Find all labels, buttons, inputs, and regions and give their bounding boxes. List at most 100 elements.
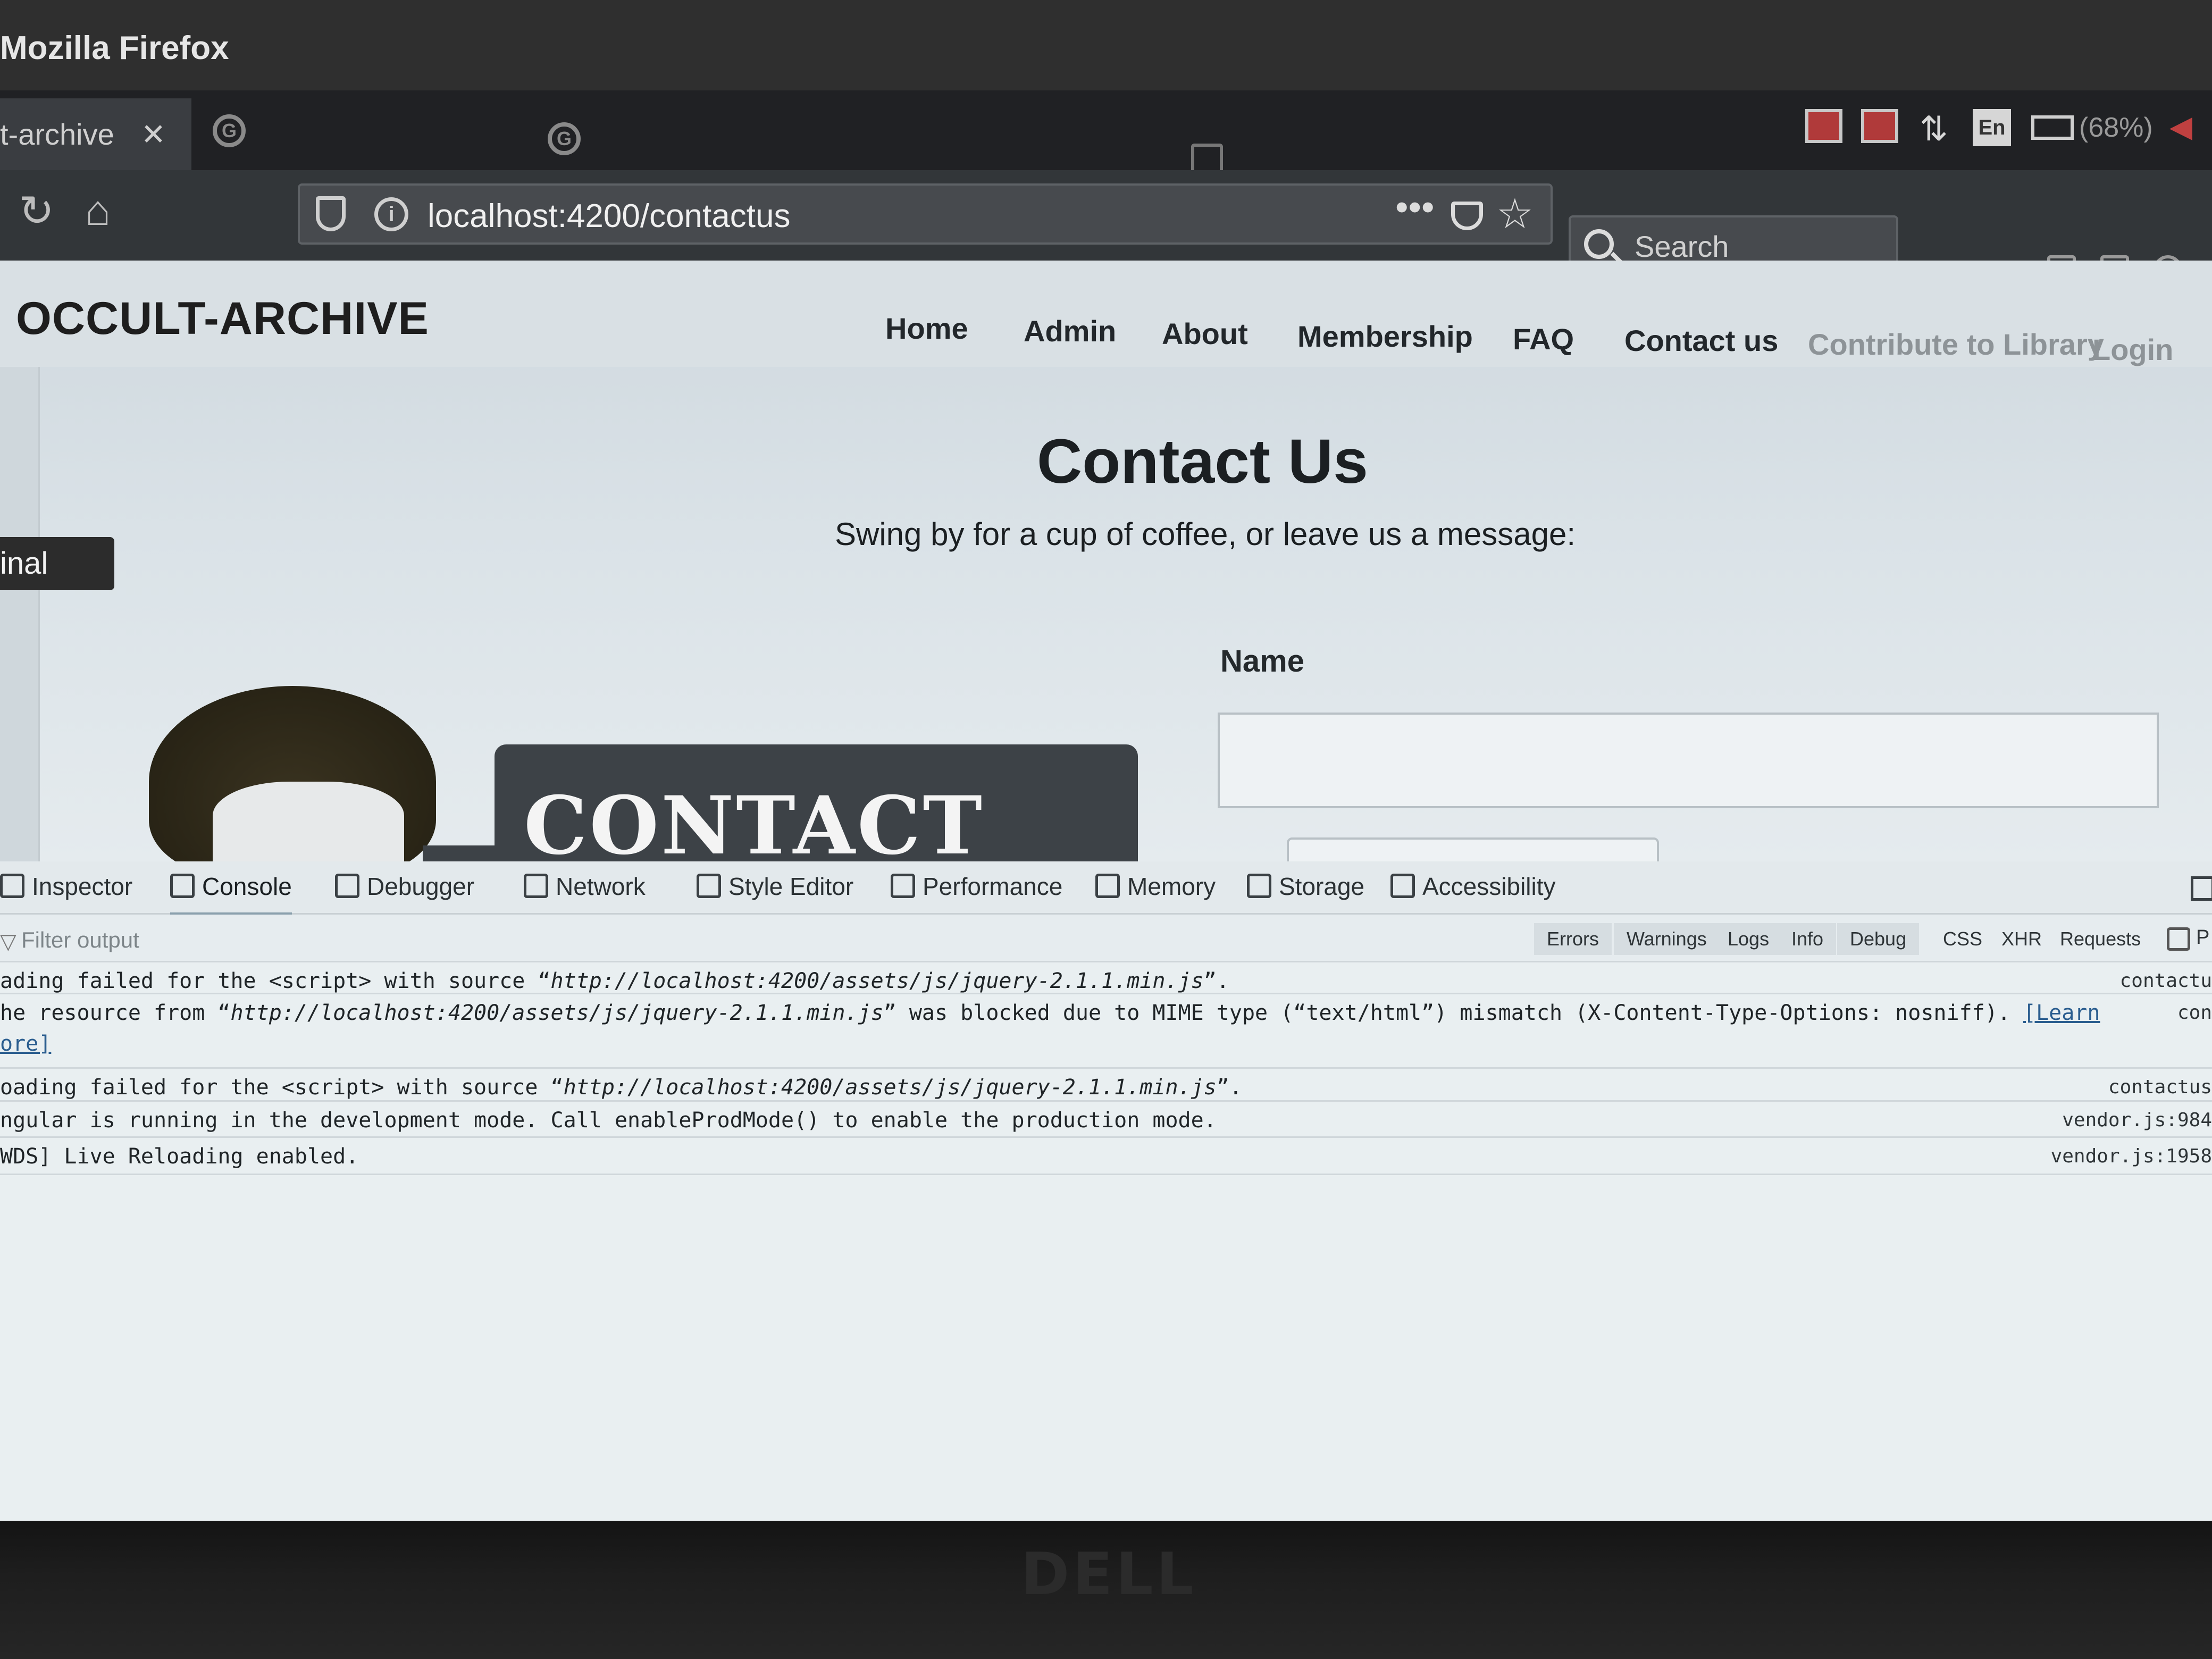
dock-toggle-icon[interactable]: [2191, 876, 2212, 901]
tab-performance[interactable]: Performance: [891, 872, 1062, 901]
tab-inspector[interactable]: Inspector: [0, 872, 132, 901]
filter-debug[interactable]: Debug: [1837, 923, 1920, 955]
tab-accessibility-label: Accessibility: [1422, 873, 1556, 900]
debugger-icon: [335, 874, 359, 898]
nav-contribute[interactable]: Contribute to Library: [1808, 327, 2104, 362]
console-message: he resource from “http://localhost:4200/…: [0, 994, 2212, 1069]
site-info-icon[interactable]: i: [374, 197, 408, 231]
tab-performance-label: Performance: [923, 873, 1063, 900]
log-text: ” was blocked due to MIME type (“text/ht…: [883, 1001, 2010, 1025]
log-source-link[interactable]: con: [2177, 1002, 2212, 1024]
url-input[interactable]: localhost:4200/contactus: [428, 197, 790, 235]
log-source-link[interactable]: contactus: [2108, 1076, 2212, 1098]
learn-more-link[interactable]: [Learn: [2023, 1001, 2100, 1025]
log-text: WDS] Live Reloading enabled.: [0, 1144, 359, 1169]
subject-field[interactable]: [1287, 837, 1659, 861]
nav-admin[interactable]: Admin: [1024, 314, 1116, 348]
log-text: ”.: [1203, 969, 1229, 993]
style-editor-icon: [697, 874, 721, 898]
tab-console-label: Console: [202, 873, 292, 900]
page-actions-more-icon[interactable]: •••: [1395, 186, 1435, 228]
tab-storage-label: Storage: [1279, 873, 1365, 900]
pocket-icon[interactable]: [1451, 202, 1483, 230]
log-text: oading failed for the <script> with sour…: [0, 1075, 564, 1100]
volume-icon[interactable]: ◀: [2169, 109, 2192, 144]
tab-debugger-label: Debugger: [367, 873, 475, 900]
tab-console[interactable]: Console: [170, 872, 292, 915]
persist-logs-checkbox[interactable]: [2167, 927, 2190, 951]
nav-home[interactable]: Home: [885, 311, 968, 346]
monitor-screen: Mozilla Firefox t-archive ✕ G G ⇅ En (68…: [0, 0, 2212, 1521]
web-page: OCCULT-ARCHIVE Home Admin About Membersh…: [0, 261, 2212, 861]
page-subtitle: Swing by for a cup of coffee, or leave u…: [835, 516, 1576, 552]
battery-icon[interactable]: [2031, 115, 2074, 140]
learn-more-link[interactable]: ore]: [0, 1032, 51, 1056]
url-bar[interactable]: i localhost:4200/contactus ••• ☆: [298, 183, 1553, 245]
contact-banner: CONTACT US!: [495, 744, 1138, 861]
log-source-link[interactable]: contactu: [2120, 970, 2212, 992]
dell-logo: DELL: [1021, 1540, 1197, 1608]
filter-logs[interactable]: Logs: [1715, 923, 1782, 955]
name-field[interactable]: [1218, 713, 2159, 808]
system-tray: ⇅ En (68%) ◀: [0, 109, 2212, 152]
filter-warnings[interactable]: Warnings: [1614, 923, 1720, 955]
tab-debugger[interactable]: Debugger: [335, 872, 474, 901]
filter-info[interactable]: Info: [1779, 923, 1837, 955]
filter-requests[interactable]: Requests: [2047, 923, 2154, 955]
tab-storage[interactable]: Storage: [1247, 872, 1364, 901]
filter-icon: ▽: [0, 930, 16, 953]
console-icon: [170, 874, 195, 898]
persist-logs-label: P: [2196, 926, 2210, 949]
tab-style-editor-label: Style Editor: [728, 873, 854, 900]
site-header: OCCULT-ARCHIVE Home Admin About Membersh…: [0, 261, 2212, 367]
os-titlebar: Mozilla Firefox: [0, 0, 2212, 90]
bookmark-star-icon[interactable]: ☆: [1496, 190, 1534, 238]
console-message: ngular is running in the development mod…: [0, 1102, 2212, 1138]
name-label: Name: [1220, 644, 1304, 678]
filter-input[interactable]: Filter output: [21, 927, 139, 953]
nav-about[interactable]: About: [1162, 316, 1248, 351]
tab-style-editor[interactable]: Style Editor: [697, 872, 853, 901]
tab-network[interactable]: Network: [524, 872, 646, 901]
performance-icon: [891, 874, 915, 898]
console-message: WDS] Live Reloading enabled. vendor.js:1…: [0, 1138, 2212, 1175]
console-message: oading failed for the <script> with sour…: [0, 1069, 2212, 1102]
nav-contact-us[interactable]: Contact us: [1624, 323, 1778, 358]
screen-recorder-icon[interactable]: [1805, 109, 1842, 143]
log-url[interactable]: http://localhost:4200/assets/js/jquery-2…: [551, 969, 1204, 993]
log-url[interactable]: http://localhost:4200/assets/js/jquery-2…: [230, 1001, 883, 1025]
nav-membership[interactable]: Membership: [1297, 319, 1473, 354]
tracking-shield-icon[interactable]: [316, 196, 346, 231]
keyboard-language-indicator[interactable]: En: [1973, 109, 2011, 146]
tab-memory[interactable]: Memory: [1095, 872, 1216, 901]
terminal-tooltip: inal: [0, 537, 114, 590]
filter-errors[interactable]: Errors: [1534, 923, 1612, 955]
tab-network-label: Network: [556, 873, 646, 900]
nav-login[interactable]: Login: [2092, 332, 2173, 367]
log-text: he resource from “: [0, 1001, 231, 1025]
filter-xhr[interactable]: XHR: [1989, 923, 2055, 955]
nav-faq[interactable]: FAQ: [1513, 322, 1574, 356]
page-title: Contact Us: [1037, 426, 1368, 497]
log-source-link[interactable]: vendor.js:984: [2062, 1109, 2212, 1131]
tab-memory-label: Memory: [1127, 873, 1216, 900]
contact-illustration-face: [213, 782, 404, 861]
site-logo[interactable]: OCCULT-ARCHIVE: [16, 292, 429, 345]
log-source-link[interactable]: vendor.js:1958: [2051, 1145, 2212, 1167]
reload-icon[interactable]: ↻: [19, 186, 54, 236]
filter-css[interactable]: CSS: [1930, 923, 1995, 955]
home-icon[interactable]: ⌂: [85, 186, 111, 235]
console-filter-bar: ▽ Filter output Errors Warnings Logs Inf…: [0, 915, 2212, 962]
log-url[interactable]: http://localhost:4200/assets/js/jquery-2…: [564, 1075, 1217, 1100]
tab-inspector-label: Inspector: [32, 873, 133, 900]
contact-illustration-base: [423, 845, 497, 861]
devtools-tabs: Inspector Console Debugger Network Style…: [0, 861, 2212, 915]
log-text: ngular is running in the development mod…: [0, 1108, 1217, 1133]
tab-accessibility[interactable]: Accessibility: [1390, 872, 1556, 901]
inspector-icon: [0, 874, 24, 898]
search-placeholder: Search: [1635, 230, 1729, 263]
screen-recorder-icon[interactable]: [1861, 109, 1898, 143]
search-icon: [1584, 229, 1614, 259]
network-arrows-icon[interactable]: ⇅: [1920, 109, 1948, 149]
log-text: ”.: [1216, 1075, 1242, 1100]
